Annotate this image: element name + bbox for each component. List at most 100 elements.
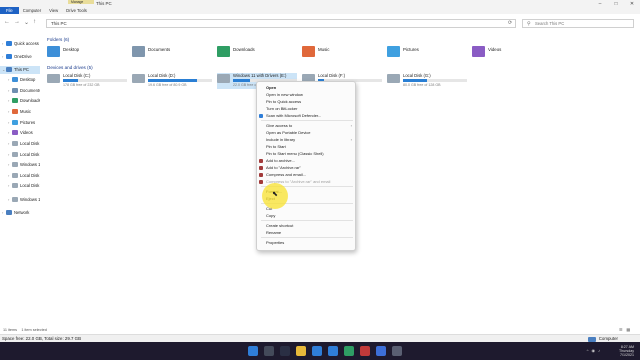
menu-separator: [261, 120, 353, 121]
nav-item-label: OneDrive: [14, 54, 32, 59]
menu-item-add-to-archive-rar[interactable]: Add to "Archive.rar": [257, 164, 357, 171]
folder-icon: [12, 152, 18, 158]
tiles-view-icon[interactable]: ▦: [626, 326, 630, 334]
folders-header[interactable]: Folders (6): [47, 37, 69, 42]
up-arrow-icon[interactable]: ↑: [33, 19, 36, 25]
menu-item-rename[interactable]: Rename: [257, 229, 357, 236]
folder-pictures[interactable]: Pictures: [387, 46, 467, 60]
network-icon[interactable]: ◉: [592, 348, 596, 353]
nav-item-label: Documents: [20, 88, 40, 93]
status-item-count: 11 items: [3, 328, 18, 332]
refresh-icon[interactable]: ⟳: [508, 20, 512, 26]
taskbar-app-icon[interactable]: [344, 346, 354, 356]
drive-item[interactable]: Local Disk (D:) 19.6 GB free of 80.9 GB: [132, 73, 212, 89]
drive-usage-bar: [403, 79, 467, 82]
status-bar: 11 items 1 item selected ☰ ▦: [0, 326, 640, 334]
menu-item-open-as-portable-device[interactable]: Open as Portable Device: [257, 129, 357, 136]
folder-music[interactable]: Music: [302, 46, 382, 60]
menu-item-pin-to-start[interactable]: Pin to Start: [257, 143, 357, 150]
taskbar-app-icon[interactable]: [360, 346, 370, 356]
menu-item-add-to-archive[interactable]: Add to archive...: [257, 157, 357, 164]
nav-item-music[interactable]: › Music: [0, 108, 40, 116]
nav-item-local-disk[interactable]: › Local Disk (: [0, 172, 40, 180]
nav-item-local-disk[interactable]: › Local Disk (: [0, 140, 40, 148]
menu-item-create-shortcut[interactable]: Create shortcut: [257, 222, 357, 229]
folder-icon: [12, 77, 18, 83]
maximize-button[interactable]: □: [612, 1, 620, 7]
manage-tab-label[interactable]: Manage: [68, 0, 94, 4]
folder-icon: [6, 210, 12, 216]
menu-item-scan-with-microsoft-defender[interactable]: Scan with Microsoft Defender...: [257, 112, 357, 119]
ribbon-tab-view[interactable]: View: [45, 7, 62, 14]
menu-item-pin-to-start-menu-classic-shell[interactable]: Pin to Start menu (Classic Shell): [257, 150, 357, 157]
menu-item-label: Create shortcut: [266, 223, 294, 228]
drive-usage-fill: [148, 79, 197, 82]
nav-item-onedrive[interactable]: › OneDrive: [0, 53, 40, 61]
back-arrow-icon[interactable]: ←: [4, 19, 10, 25]
menu-item-include-in-library[interactable]: Include in library ›: [257, 136, 357, 143]
nav-item-quick-access[interactable]: › Quick access: [0, 40, 40, 48]
folder-label: Documents: [148, 47, 171, 52]
nav-item-windows-1[interactable]: › Windows 1: [0, 196, 40, 204]
taskbar-app-icon[interactable]: [376, 346, 386, 356]
folder-icon: [12, 173, 18, 179]
address-bar[interactable]: This PC: [46, 19, 516, 28]
ribbon-tabs: File Computer View Drive Tools: [0, 7, 91, 14]
file-explorer-window: Manage This PC File Computer View Drive Too…: [0, 0, 640, 342]
folder-videos[interactable]: Videos: [472, 46, 552, 60]
nav-item-network[interactable]: › Network: [0, 209, 40, 217]
menu-item-pin-to-quick-access[interactable]: Pin to Quick access: [257, 98, 357, 105]
taskbar-app-icon[interactable]: [328, 346, 338, 356]
taskbar-app-icon[interactable]: [248, 346, 258, 356]
menu-item-turn-on-bitlocker[interactable]: Turn on BitLocker: [257, 105, 357, 112]
nav-item-videos[interactable]: › Videos: [0, 129, 40, 137]
menu-item-open[interactable]: Open: [257, 84, 357, 91]
taskbar-app-icon[interactable]: [392, 346, 402, 356]
nav-item-documents[interactable]: › Documents: [0, 87, 40, 95]
drive-item[interactable]: Local Disk (G:) 80.0 GB free of 128 GB: [387, 73, 467, 89]
menu-item-label: Open as Portable Device: [266, 130, 311, 135]
nav-item-downloads[interactable]: › Downloads: [0, 97, 40, 105]
folder-downloads[interactable]: Downloads: [217, 46, 297, 60]
minimize-button[interactable]: –: [596, 1, 604, 7]
menu-item-give-access-to[interactable]: Give access to ›: [257, 122, 357, 129]
menu-item-icon: [259, 113, 263, 118]
close-button[interactable]: ✕: [628, 1, 636, 7]
taskbar-app-icon[interactable]: [296, 346, 306, 356]
drive-item[interactable]: Local Disk (C:) 178 GB free of 232 GB: [47, 73, 127, 89]
drives-header[interactable]: Devices and drives (5): [47, 65, 93, 70]
clock[interactable]: 8:27 AM Thursday 7/1/2021: [619, 345, 634, 357]
nav-item-desktop[interactable]: › Desktop: [0, 76, 40, 84]
nav-item-this-pc[interactable]: ⌄ This PC: [0, 66, 40, 74]
menu-item-compress-and-email[interactable]: Compress and email...: [257, 171, 357, 178]
taskbar-app-icon[interactable]: [264, 346, 274, 356]
folder-desktop[interactable]: Desktop: [47, 46, 127, 60]
ribbon-tab-file[interactable]: File: [0, 7, 19, 14]
nav-item-pictures[interactable]: › Pictures: [0, 119, 40, 127]
search-input[interactable]: ⚲ Search This PC: [522, 19, 634, 28]
menu-item-label: Add to archive...: [266, 158, 295, 163]
menu-item-properties[interactable]: Properties: [257, 239, 357, 246]
chevron-down-icon[interactable]: ⌄: [24, 19, 29, 26]
menu-item-open-in-new-window[interactable]: Open in new window: [257, 91, 357, 98]
forward-arrow-icon[interactable]: →: [14, 19, 20, 25]
folder-documents[interactable]: Documents: [132, 46, 212, 60]
nav-item-local-disk[interactable]: › Local Disk (: [0, 182, 40, 190]
taskbar-app-icon[interactable]: [280, 346, 290, 356]
nav-item-label: Music: [20, 109, 31, 114]
chevron-up-icon[interactable]: ^: [587, 348, 589, 353]
nav-item-local-disk[interactable]: › Local Disk (: [0, 151, 40, 159]
taskbar-apps: [248, 346, 402, 356]
ribbon-tab-computer[interactable]: Computer: [19, 7, 45, 14]
nav-item-label: Windows 1: [20, 197, 40, 202]
nav-item-windows-1[interactable]: › Windows 1: [0, 161, 40, 169]
folder-label: Pictures: [403, 47, 419, 52]
drive-space-info: 19.6 GB free of 80.9 GB: [148, 83, 187, 87]
volume-icon[interactable]: ♪: [598, 348, 600, 353]
menu-item-label: Properties: [266, 240, 285, 245]
details-view-icon[interactable]: ☰: [619, 326, 622, 334]
taskbar-app-icon[interactable]: [312, 346, 322, 356]
menu-item-copy[interactable]: Copy: [257, 212, 357, 219]
pictures-folder-icon: [387, 46, 400, 57]
ribbon-tab-drive-tools[interactable]: Drive Tools: [62, 7, 91, 14]
